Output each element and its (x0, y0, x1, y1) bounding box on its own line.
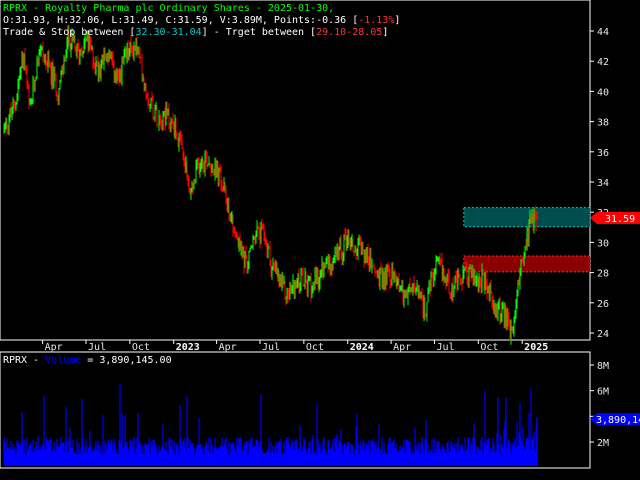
price-y-tick-label: 30 (597, 238, 609, 249)
x-tick-label: 2023 (176, 342, 200, 353)
header-bracket: ] (394, 15, 400, 26)
x-tick-label: Jul (262, 342, 280, 353)
volume-y-tick-label: 2M (597, 438, 609, 449)
price-y-axis: 4442403836343230282624 (590, 27, 609, 340)
volume-tag: 3,890,14 (590, 413, 640, 426)
volume-header-value: = 3,890,145.00 (81, 355, 171, 366)
price-y-tick-label: 28 (597, 269, 609, 280)
volume-tag-label: 3,890,14 (596, 415, 640, 426)
price-y-tick-label: 42 (597, 57, 609, 68)
header-ohlc: O:31.93, H:32.06, L:31.49, C:31.59, V:3.… (3, 15, 358, 26)
price-y-tick-label: 36 (597, 148, 609, 159)
x-axis: Apr Jul Oct 2023 Apr Jul Oct 2024 Apr Jul Oct 2025 (42, 340, 548, 353)
x-tick-label: Apr (45, 342, 63, 353)
target-range: 29.10-28.05 (316, 27, 382, 38)
trade-stop-zone (463, 207, 591, 228)
volume-header-series: Volume (45, 355, 81, 366)
price-y-tick-label: 34 (597, 178, 609, 189)
x-tick-label: Oct (480, 342, 498, 353)
header-line-1: RPRX - Royalty Pharma plc Ordinary Share… (3, 3, 334, 14)
volume-y-tick-label: 8M (597, 361, 609, 372)
volume-header: RPRX - Volume = 3,890,145.00 (3, 355, 172, 366)
x-tick-label: Oct (306, 342, 324, 353)
price-y-tick-label: 40 (597, 87, 609, 98)
header-title: RPRX - Royalty Pharma plc Ordinary Share… (3, 3, 334, 14)
price-y-tick-label: 38 (597, 118, 609, 129)
stock-chart: 4442403836343230282624 8M6M4M2M AprJulOc… (0, 0, 640, 469)
x-tick-label: Jul (88, 342, 106, 353)
price-y-tick-label: 24 (597, 329, 609, 340)
header-bracket-2: ] (382, 27, 388, 38)
volume-header-prefix: RPRX - (3, 355, 45, 366)
trade-stop-range: 32.30-31.04 (135, 27, 201, 38)
header-line-2: O:31.93, H:32.06, L:31.49, C:31.59, V:3.… (3, 15, 400, 26)
x-tick-label: Oct (132, 342, 150, 353)
target-label: ] - Trget between [ (202, 27, 316, 38)
price-y-tick-label: 44 (597, 27, 609, 38)
x-tick-label: 2024 (350, 342, 374, 353)
price-tag: 31.59 (590, 212, 640, 225)
trade-stop-label: Trade & Stop between [ (3, 27, 135, 38)
price-tag-label: 31.59 (605, 214, 635, 225)
header-change-pct: -1.13% (358, 15, 394, 26)
x-tick-label: Apr (219, 342, 237, 353)
volume-y-axis: 8M6M4M2M (590, 361, 609, 449)
price-y-tick-label: 26 (597, 299, 609, 310)
header-line-3: Trade & Stop between [32.30-31.04] - Trg… (3, 27, 388, 38)
volume-y-tick-label: 6M (597, 387, 609, 398)
x-tick-label: Apr (393, 342, 411, 353)
x-tick-label: Jul (436, 342, 454, 353)
x-tick-label: 2025 (524, 342, 548, 353)
